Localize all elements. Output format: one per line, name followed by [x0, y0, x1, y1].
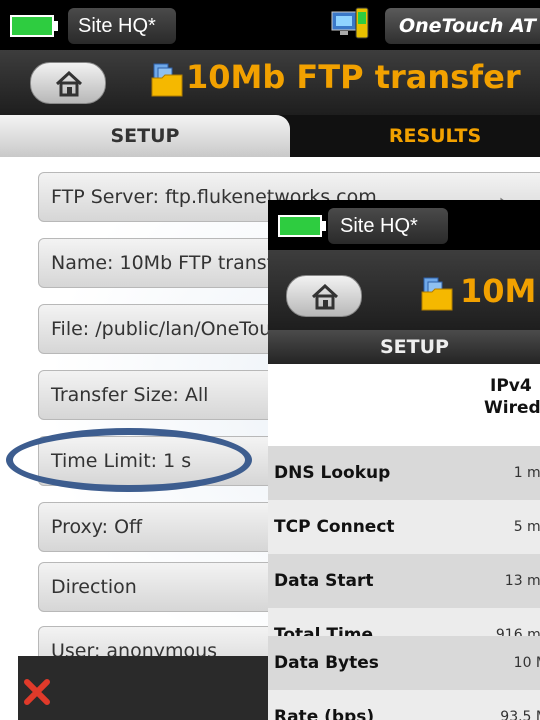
results-column-header: IPv4 Wired	[268, 364, 540, 446]
overlay-title-bar: 10M	[268, 250, 540, 330]
row-label: Data Start	[274, 571, 374, 591]
close-button[interactable]	[0, 655, 270, 720]
column-header-wired: Wired	[484, 398, 540, 418]
row-value: 93.5 M	[500, 709, 540, 720]
row-label: TCP Connect	[274, 517, 395, 537]
row-value: 1 ms	[513, 465, 540, 481]
overlay-status-bar: Site HQ*	[268, 200, 540, 250]
table-row: Rate (bps) 93.5 M	[268, 690, 540, 720]
overlay-battery-tip	[322, 221, 326, 231]
tab-results[interactable]: RESULTS	[290, 115, 540, 157]
home-icon	[311, 284, 339, 310]
overlay-tab-bar: SETUP	[268, 330, 540, 364]
page-title: 10Mb FTP transfer	[186, 58, 521, 96]
overlay-page-title: 10M	[460, 272, 537, 310]
table-row: Data Bytes 10 M	[268, 636, 540, 690]
row-label: Rate (bps)	[274, 707, 375, 720]
highlight-ellipse	[6, 428, 252, 492]
column-header-ipv4: IPv4	[490, 376, 532, 396]
close-icon	[24, 679, 50, 705]
tab-bar: SETUP RESULTS	[0, 115, 540, 157]
table-row: TCP Connect 5 ms	[268, 500, 540, 554]
folder-icon	[151, 63, 183, 97]
row-value: 10 M	[513, 655, 540, 671]
results-screen: Site HQ* 10M SETUP IPv4 Wired DNS Lookup…	[268, 200, 540, 720]
home-icon	[55, 71, 83, 97]
home-button[interactable]	[30, 62, 106, 104]
row-value: 13 ms	[504, 573, 540, 589]
network-icon[interactable]	[330, 6, 370, 42]
site-button[interactable]: Site HQ*	[68, 8, 176, 44]
table-row: DNS Lookup 1 ms	[268, 446, 540, 500]
overlay-site-button[interactable]: Site HQ*	[328, 208, 448, 244]
row-label: DNS Lookup	[274, 463, 391, 483]
overlay-home-button[interactable]	[286, 275, 362, 317]
overlay-battery-icon	[278, 215, 322, 237]
row-label: Data Bytes	[274, 653, 379, 673]
table-row: Data Start 13 ms	[268, 554, 540, 608]
row-value: 5 ms	[513, 519, 540, 535]
tab-setup[interactable]: SETUP	[0, 115, 290, 157]
folder-icon	[421, 277, 453, 311]
battery-icon	[10, 15, 54, 37]
product-button[interactable]: OneTouch AT	[385, 8, 540, 44]
overlay-tab-setup[interactable]: SETUP	[268, 330, 540, 364]
battery-tip	[54, 21, 58, 31]
title-bar: 10Mb FTP transfer	[0, 50, 540, 115]
status-bar: Site HQ* OneTouch AT	[0, 0, 540, 50]
